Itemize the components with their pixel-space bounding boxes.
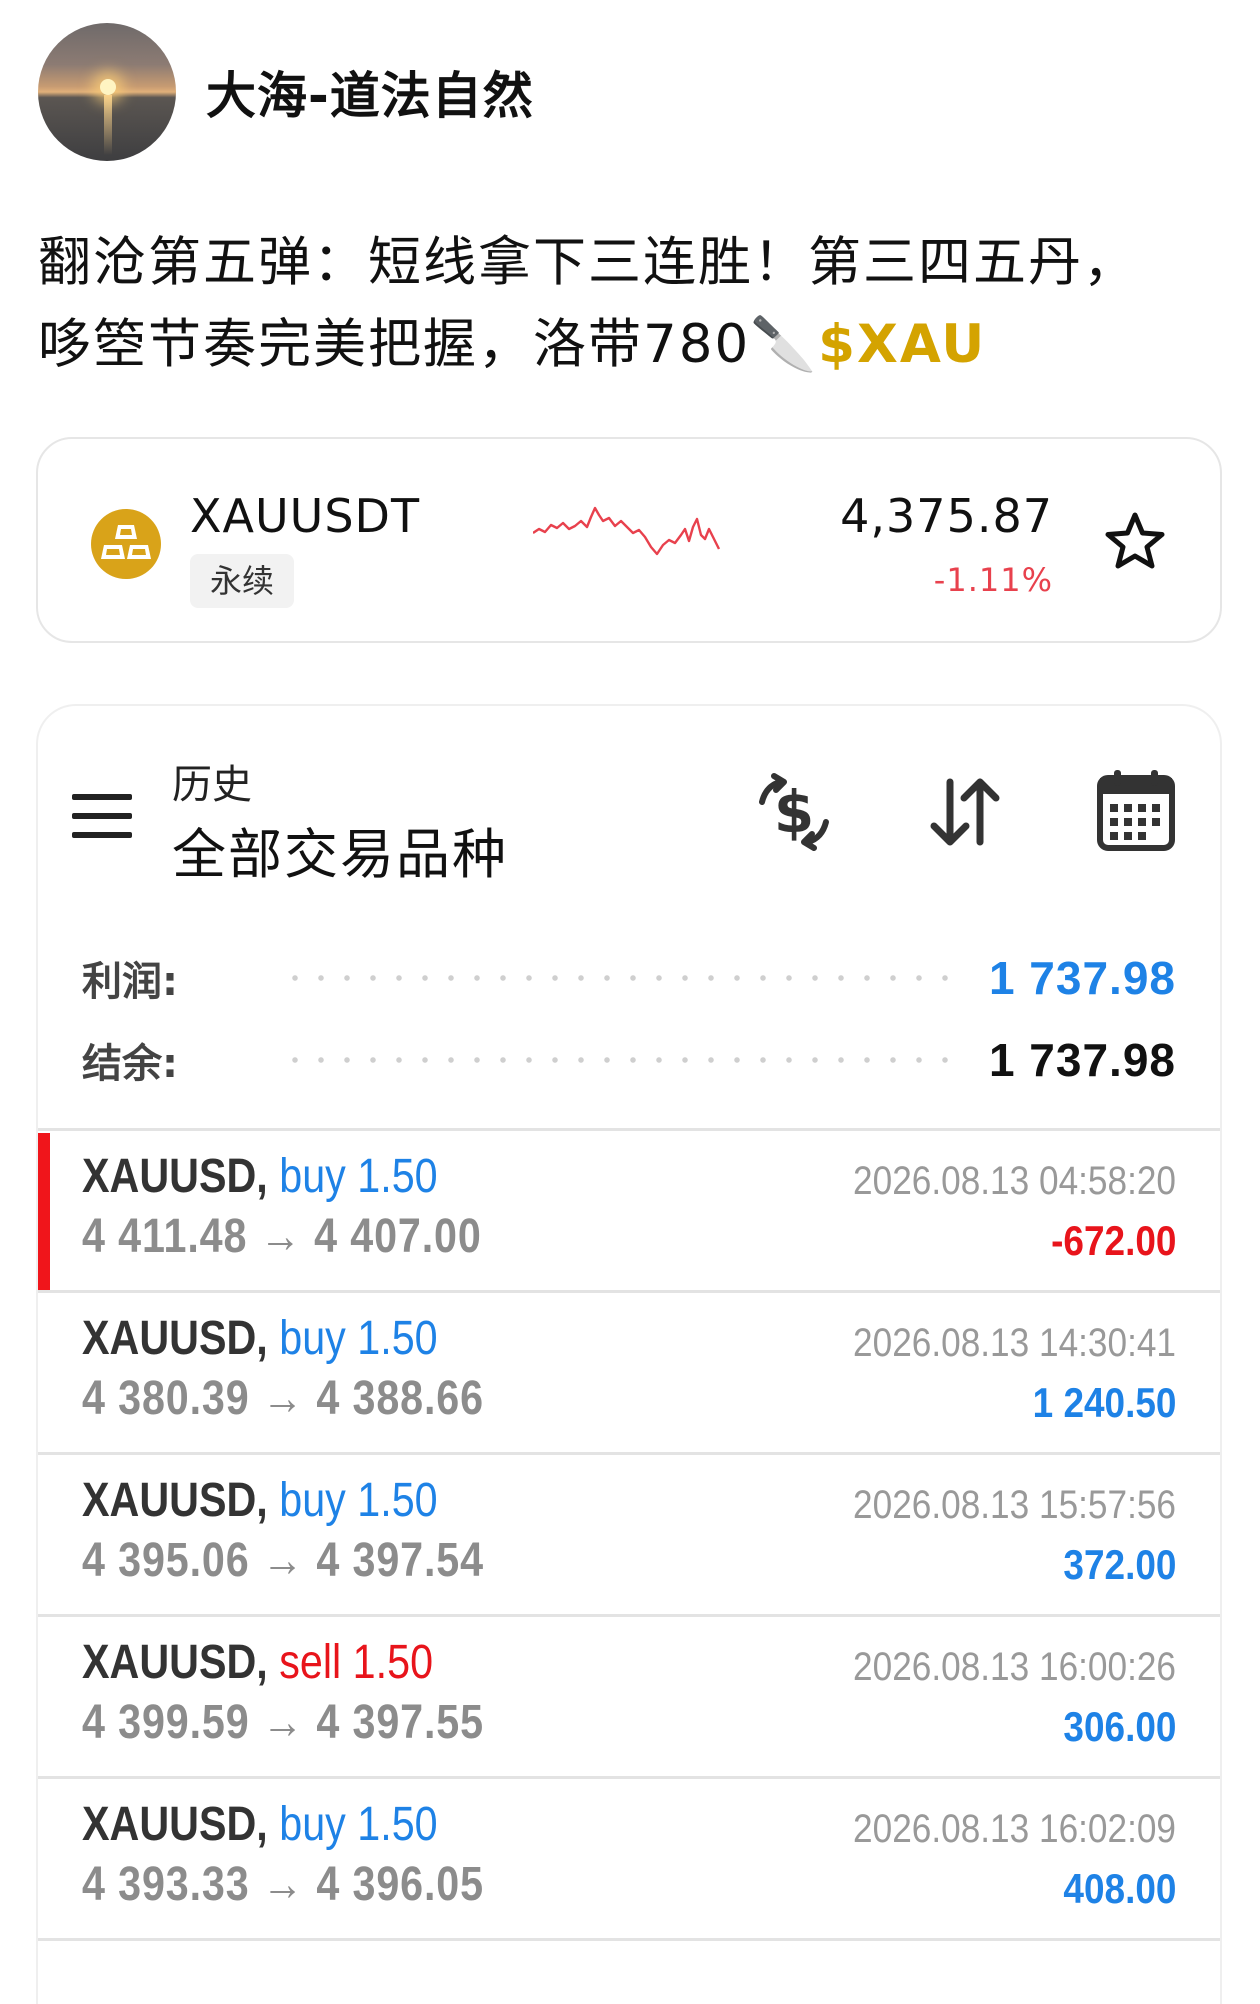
arrow-right-icon: → bbox=[261, 1372, 305, 1425]
trade-time: 2026.08.13 14:30:41 bbox=[853, 1321, 1176, 1365]
balance-value: 1 737.98 bbox=[988, 1034, 1176, 1086]
knife-icon: 🔪 bbox=[750, 314, 819, 375]
profit-label: 利润: bbox=[82, 959, 178, 1005]
arrow-right-icon: → bbox=[259, 1210, 302, 1263]
trade-prices: 4 380.39 → 4 388.66 bbox=[82, 1371, 484, 1426]
post-text-line1: 翻沧第五弹：短线拿下三连胜！第三四五丹， bbox=[38, 232, 1138, 293]
trade-symbol-line: XAUUSD, buy 1.50 bbox=[82, 1149, 438, 1204]
trade-time: 2026.08.13 16:02:09 bbox=[853, 1807, 1176, 1851]
arrow-right-icon: → bbox=[261, 1534, 305, 1587]
trade-symbol-line: XAUUSD, buy 1.50 bbox=[82, 1311, 438, 1366]
trade-row[interactable]: XAUUSD, buy 1.50 4 380.39 → 4 388.66 2026.… bbox=[38, 1290, 1220, 1452]
close-price: 4 388.66 bbox=[316, 1372, 484, 1425]
balance-row: 结余: 1 737.98 bbox=[82, 1030, 1176, 1090]
trade-symbol: XAUUSD, bbox=[82, 1798, 268, 1851]
trade-side: buy bbox=[279, 1798, 346, 1851]
trade-row[interactable]: XAUUSD, buy 1.50 4 411.48 → 4 407.00 2026.… bbox=[38, 1128, 1220, 1293]
close-price: 4 397.54 bbox=[316, 1534, 484, 1587]
dotted-leader bbox=[282, 975, 951, 981]
trade-side: buy bbox=[279, 1150, 346, 1203]
trade-volume: 1.50 bbox=[352, 1636, 434, 1689]
trade-symbol-line: XAUUSD, buy 1.50 bbox=[82, 1473, 438, 1528]
close-price: 4 396.05 bbox=[316, 1858, 484, 1911]
sun-reflection bbox=[104, 95, 112, 155]
trade-profit: -672.00 bbox=[1050, 1217, 1176, 1264]
ticker-tag-link[interactable]: $XAU bbox=[818, 314, 986, 375]
trade-profit: 306.00 bbox=[1062, 1703, 1176, 1750]
arrow-right-icon: → bbox=[261, 1696, 305, 1749]
star-icon[interactable] bbox=[1104, 511, 1166, 571]
ticker-card[interactable]: XAUUSDT 永续 4,375.87 -1.11% bbox=[36, 437, 1222, 643]
calendar-icon[interactable] bbox=[1096, 768, 1176, 852]
price-sparkline bbox=[533, 506, 721, 556]
trade-symbol: XAUUSD, bbox=[82, 1312, 268, 1365]
open-price: 4 395.06 bbox=[82, 1534, 250, 1587]
dotted-leader bbox=[282, 1057, 951, 1063]
post-header: 大海-道法自然 bbox=[38, 22, 534, 162]
trade-volume: 1.50 bbox=[357, 1150, 438, 1203]
trade-side: buy bbox=[279, 1474, 346, 1527]
selected-row-indicator bbox=[38, 1133, 50, 1293]
trade-time: 2026.08.13 15:57:56 bbox=[853, 1483, 1176, 1527]
history-subtitle: 历史 bbox=[172, 762, 252, 808]
sort-arrows-icon[interactable] bbox=[924, 772, 1004, 852]
ticker-change: -1.11% bbox=[933, 561, 1053, 599]
arrow-right-icon: → bbox=[261, 1858, 305, 1911]
trade-time: 2026.08.13 04:58:20 bbox=[853, 1159, 1176, 1203]
profit-value: 1 737.98 bbox=[988, 952, 1176, 1004]
open-price: 4 393.33 bbox=[82, 1858, 250, 1911]
trade-volume: 1.50 bbox=[357, 1798, 438, 1851]
trade-symbol-line: XAUUSD, buy 1.50 bbox=[82, 1797, 438, 1852]
close-price: 4 397.55 bbox=[316, 1696, 484, 1749]
close-price: 4 407.00 bbox=[314, 1210, 482, 1263]
trade-profit: 408.00 bbox=[1062, 1865, 1176, 1912]
trade-symbol: XAUUSD, bbox=[82, 1474, 268, 1527]
trade-prices: 4 411.48 → 4 407.00 bbox=[82, 1209, 482, 1264]
trade-row[interactable]: XAUUSD, buy 1.50 4 395.06 → 4 397.54 2026.… bbox=[38, 1452, 1220, 1614]
open-price: 4 399.59 bbox=[82, 1696, 250, 1749]
post-text-line2: 哆箜节奏完美把握，洛带780🔪$XAU bbox=[38, 304, 1228, 386]
trade-prices: 4 399.59 → 4 397.55 bbox=[82, 1695, 484, 1750]
perpetual-badge: 永续 bbox=[190, 554, 295, 608]
trade-profit: 1 240.50 bbox=[1032, 1379, 1176, 1426]
trade-side: buy bbox=[279, 1312, 346, 1365]
open-price: 4 411.48 bbox=[82, 1210, 248, 1263]
open-price: 4 380.39 bbox=[82, 1372, 250, 1425]
sunset-sun bbox=[100, 79, 116, 95]
avatar[interactable] bbox=[38, 23, 176, 161]
symbol-filter-title[interactable]: 全部交易品种 bbox=[172, 810, 508, 889]
trade-prices: 4 395.06 → 4 397.54 bbox=[82, 1533, 484, 1588]
balance-label: 结余: bbox=[82, 1041, 178, 1087]
trade-profit: 372.00 bbox=[1062, 1541, 1176, 1588]
trade-time: 2026.08.13 16:00:26 bbox=[853, 1645, 1176, 1689]
post-text: 翻沧第五弹：短线拿下三连胜！第三四五丹， 哆箜节奏完美把握，洛带780🔪$XAU bbox=[38, 222, 1228, 386]
trade-row-partial[interactable] bbox=[38, 1938, 1220, 2004]
hamburger-menu-icon[interactable] bbox=[72, 794, 132, 851]
ticker-price: 4,375.87 bbox=[840, 489, 1053, 543]
trade-row[interactable]: XAUUSD, buy 1.50 4 393.33 → 4 396.05 2026.… bbox=[38, 1776, 1220, 1938]
trade-symbol-line: XAUUSD, sell 1.50 bbox=[82, 1635, 433, 1690]
profit-row: 利润: 1 737.98 bbox=[82, 948, 1176, 1008]
post-text-line2-body: 哆箜节奏完美把握，洛带780 bbox=[38, 314, 751, 375]
trade-volume: 1.50 bbox=[357, 1312, 438, 1365]
trade-symbol: XAUUSD, bbox=[82, 1150, 268, 1203]
history-card: 历史 全部交易品种 $ 利润: 1 737.98 结余: 1 737.98 XA… bbox=[36, 704, 1222, 2004]
trade-volume: 1.50 bbox=[357, 1474, 438, 1527]
trade-side: sell bbox=[279, 1636, 342, 1689]
author-name[interactable]: 大海-道法自然 bbox=[206, 56, 534, 128]
trade-row[interactable]: XAUUSD, sell 1.50 4 399.59 → 4 397.55 2026… bbox=[38, 1614, 1220, 1776]
gold-bars-icon bbox=[91, 509, 161, 579]
ticker-symbol: XAUUSDT bbox=[190, 489, 421, 543]
currency-exchange-icon[interactable]: $ bbox=[754, 772, 834, 852]
trade-prices: 4 393.33 → 4 396.05 bbox=[82, 1857, 484, 1912]
trade-symbol: XAUUSD, bbox=[82, 1636, 268, 1689]
